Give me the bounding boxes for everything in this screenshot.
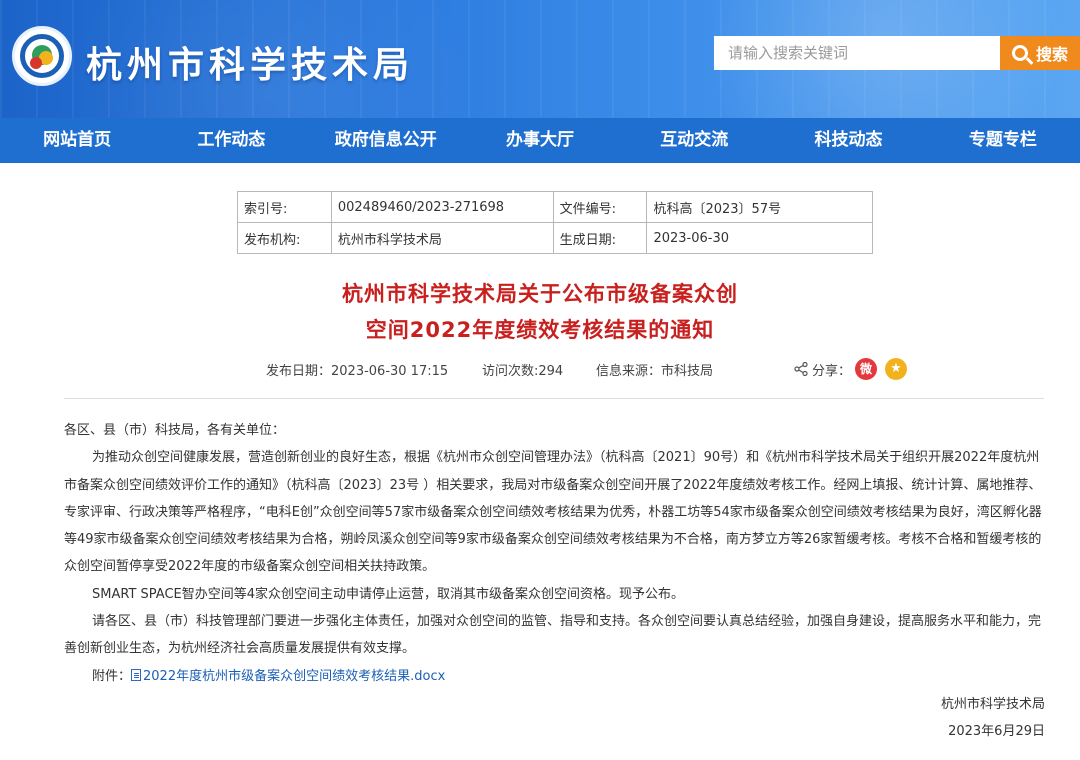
paragraph-3: 请各区、县（市）科技管理部门要进一步强化主体责任，加强对众创空间的监管、指导和支… — [64, 614, 1042, 657]
nav-item-interaction[interactable]: 互动交流 — [617, 118, 771, 163]
nav-item-special[interactable]: 专题专栏 — [926, 118, 1080, 163]
logo-emblem-icon[interactable] — [12, 26, 72, 86]
article-body: 各区、县（市）科技局，各有关单位： 为推动众创空间健康发展，营造创新创业的良好生… — [64, 417, 1048, 690]
article-meta: 发布日期：2023-06-30 17:15 访问次数:294 信息来源：市科技局… — [0, 358, 1080, 380]
logo-red-dot — [30, 57, 42, 69]
nav-item-service-hall[interactable]: 办事大厅 — [463, 118, 617, 163]
publisher-value: 杭州市科学技术局 — [330, 222, 554, 254]
nav-item-work-news[interactable]: 工作动态 — [154, 118, 308, 163]
attachment-label: 附件： — [92, 668, 132, 684]
doc-icon — [131, 668, 142, 681]
weibo-icon[interactable]: 微 — [855, 358, 877, 380]
salutation: 各区、县（市）科技局，各有关单位： — [64, 423, 286, 438]
info-source: 信息来源：市科技局 — [596, 364, 714, 379]
table-row: 索引号: 002489460/2023-271698 文件编号: 杭科高〔202… — [237, 191, 873, 223]
search-input[interactable] — [714, 36, 1000, 70]
paragraph-2: SMART SPACE智办空间等4家众创空间主动申请停止运营，取消其市级备案众创… — [92, 586, 685, 602]
article-title-line2: 空间2022年度绩效考核结果的通知 — [365, 318, 715, 342]
sign-date: 2023年6月29日 — [948, 724, 1045, 739]
index-value: 002489460/2023-271698 — [330, 191, 554, 223]
document-info-table: 索引号: 002489460/2023-271698 文件编号: 杭科高〔202… — [237, 191, 873, 254]
divider — [64, 398, 1044, 399]
search-button-label: 搜索 — [1035, 45, 1068, 64]
share-icon — [794, 362, 808, 376]
main-nav: 网站首页 工作动态 政府信息公开 办事大厅 互动交流 科技动态 专题专栏 — [0, 118, 1080, 163]
favorite-icon[interactable]: ★ — [885, 358, 907, 380]
publish-date: 发布日期：2023-06-30 17:15 — [266, 364, 449, 379]
publisher-label: 发布机构: — [237, 222, 332, 254]
nav-item-tech-news[interactable]: 科技动态 — [771, 118, 925, 163]
doc-no-value: 杭科高〔2023〕57号 — [646, 191, 873, 223]
table-row: 发布机构: 杭州市科学技术局 生成日期: 2023-06-30 — [237, 222, 873, 254]
date-label: 生成日期: — [552, 222, 648, 254]
share-label: 分享： — [812, 364, 852, 379]
index-label: 索引号: — [237, 191, 332, 223]
attachment-link[interactable]: 2022年度杭州市级备案众创空间绩效考核结果.docx — [143, 669, 445, 684]
visit-count: 访问次数:294 — [482, 364, 564, 379]
nav-item-gov-info[interactable]: 政府信息公开 — [309, 118, 463, 163]
signature: 杭州市科学技术局 — [940, 697, 1045, 712]
attachment-line: 附件： 2022年度杭州市级备案众创空间绩效考核结果.docx — [64, 663, 1048, 690]
nav-item-home[interactable]: 网站首页 — [0, 118, 154, 163]
search-icon — [1011, 45, 1028, 61]
paragraph-1: 为推动众创空间健康发展，营造创新创业的良好生态，根据《杭州市众创空间管理办法》（… — [64, 450, 1042, 575]
site-title[interactable]: 杭州市科学技术局 — [86, 36, 414, 88]
site-header: 杭州市科学技术局 搜索 — [0, 0, 1080, 118]
article-title-line1: 杭州市科学技术局关于公布市级备案众创 — [342, 282, 738, 306]
search-button[interactable]: 搜索 — [1000, 36, 1080, 70]
doc-no-label: 文件编号: — [552, 191, 648, 223]
date-value: 2023-06-30 — [646, 222, 873, 254]
